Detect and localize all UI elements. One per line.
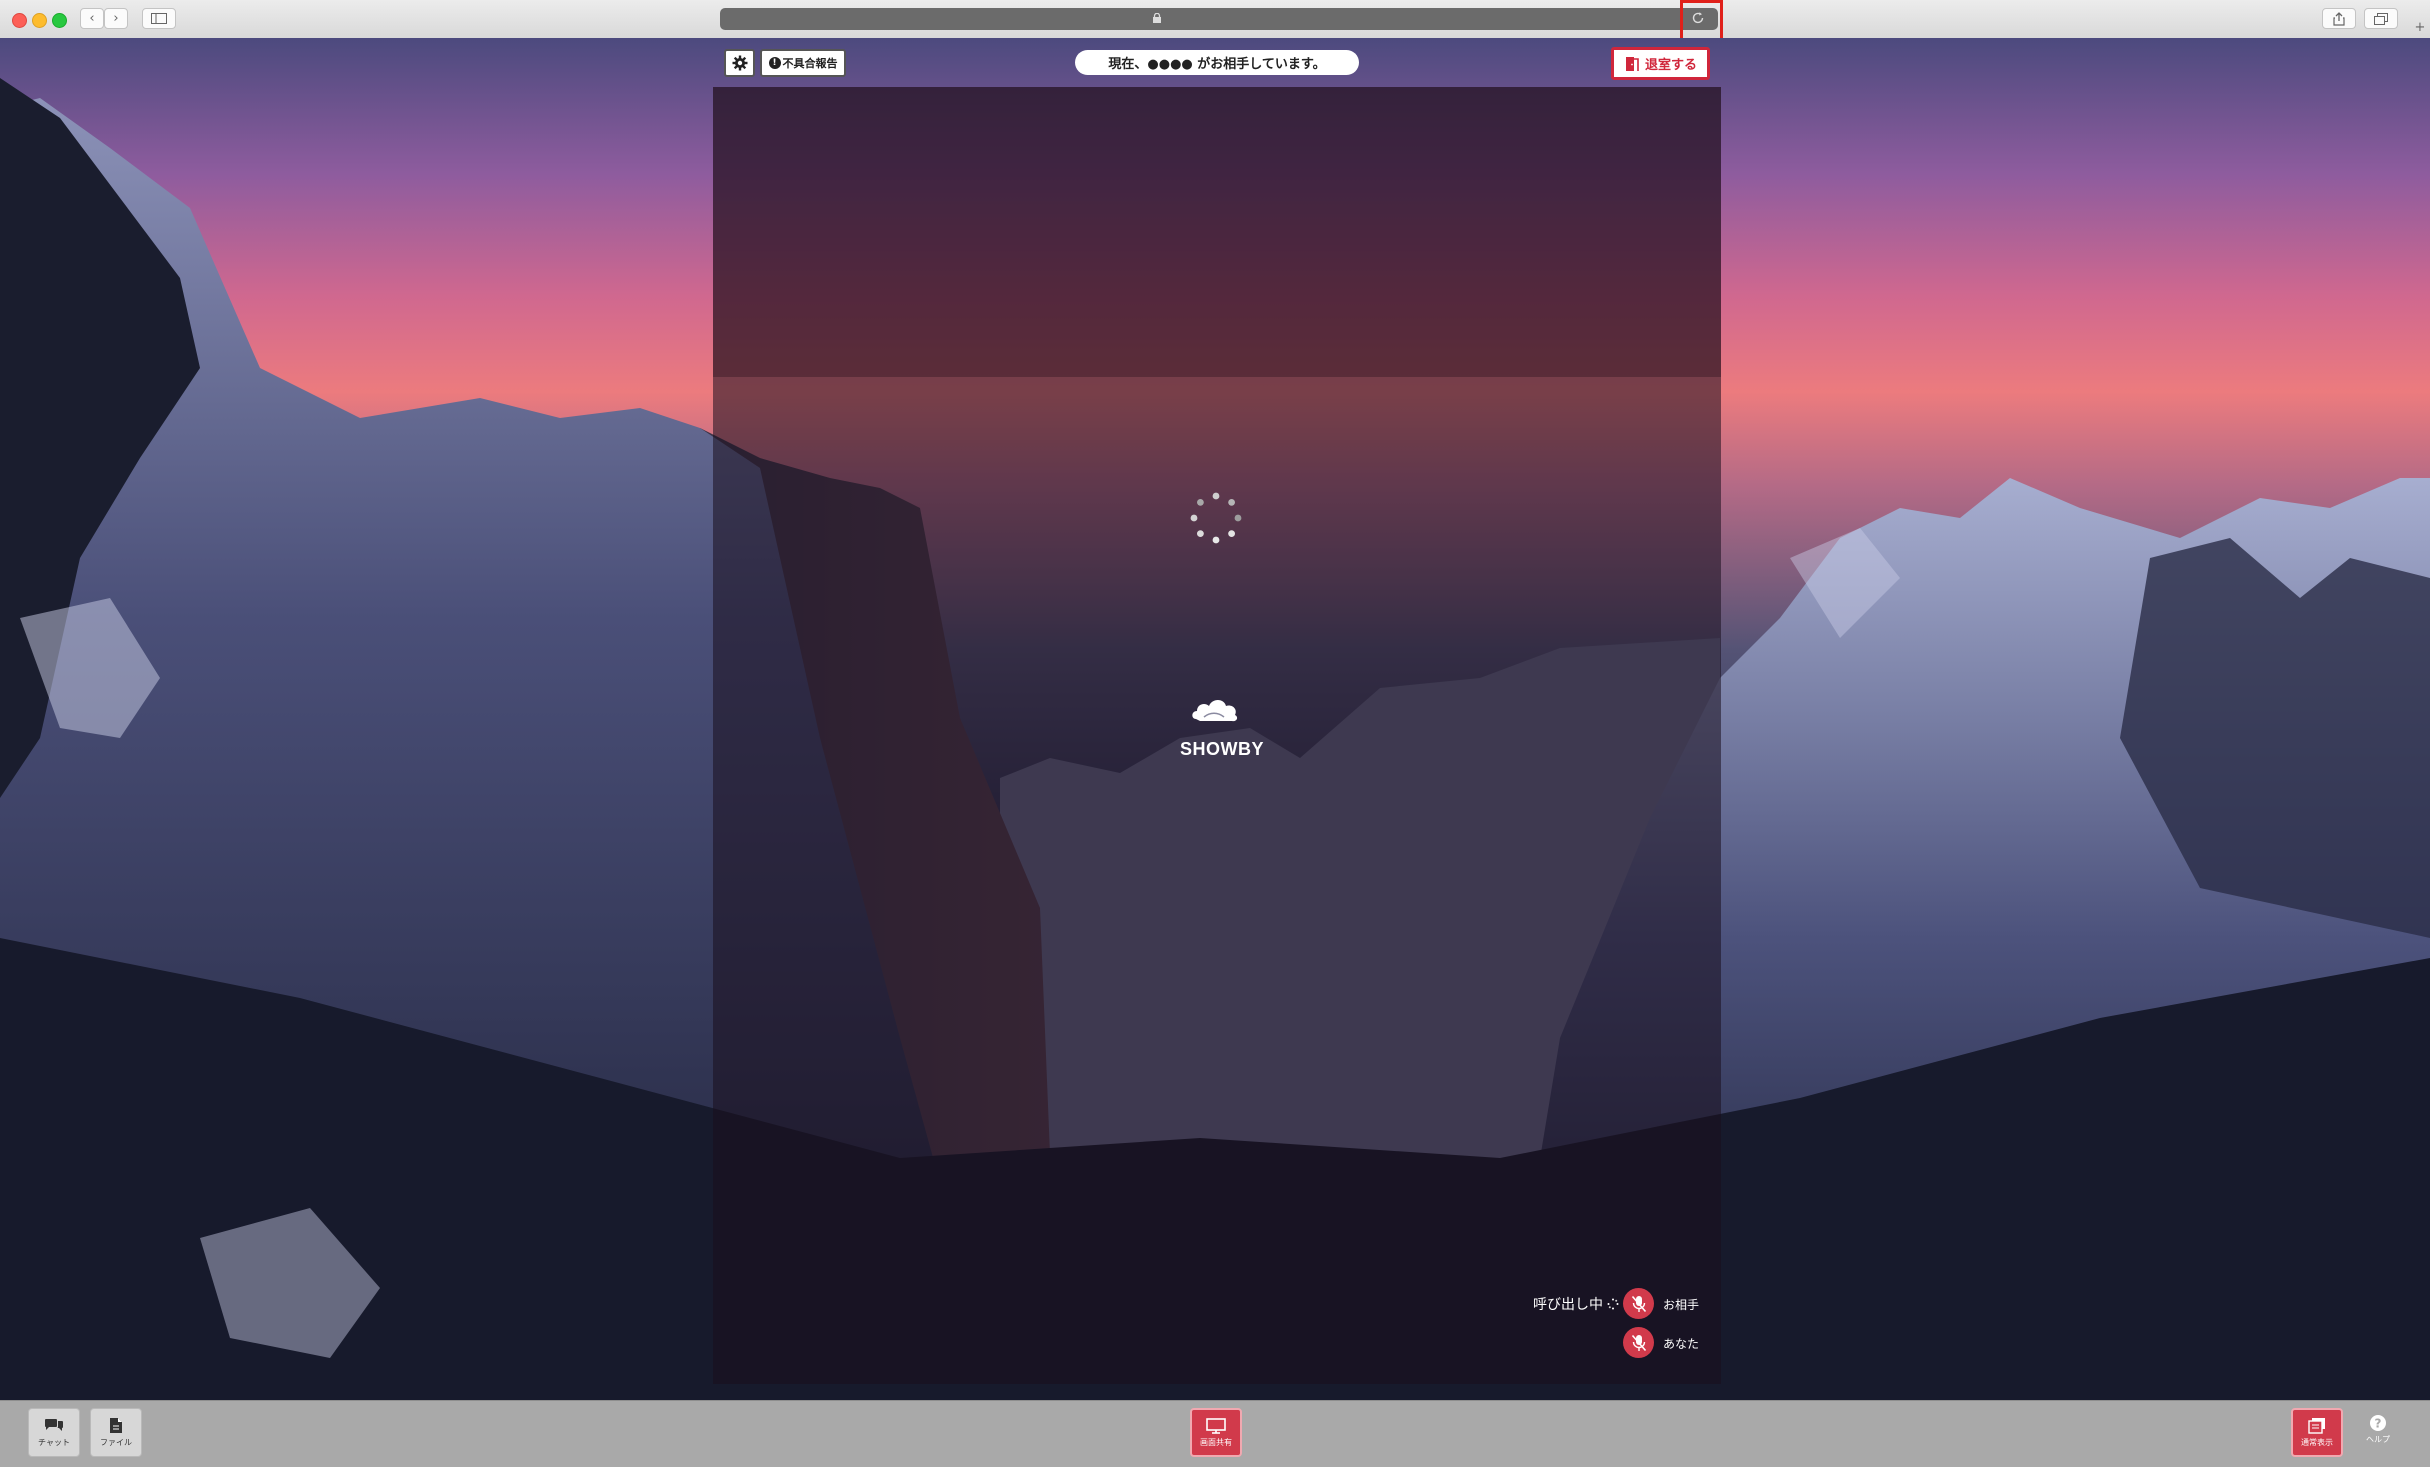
- address-bar[interactable]: [720, 8, 1718, 30]
- exclamation-icon: !: [768, 57, 781, 69]
- tabs-overview-button[interactable]: [2364, 8, 2398, 29]
- help-button[interactable]: ? ヘルプ: [2358, 1414, 2398, 1454]
- sidebar-toggle-button[interactable]: [142, 8, 176, 29]
- self-mic-muted-icon: [1623, 1327, 1654, 1358]
- chat-bubble-icon: [45, 1418, 63, 1431]
- small-spinner-icon: [1607, 1298, 1619, 1310]
- back-button[interactable]: ‹: [80, 8, 104, 29]
- screen-share-button[interactable]: 画面共有: [1190, 1408, 1242, 1457]
- window-zoom-button[interactable]: [52, 13, 67, 28]
- calling-status: 呼び出し中: [1533, 1294, 1619, 1314]
- calling-label: 呼び出し中: [1533, 1297, 1603, 1313]
- exit-room-button[interactable]: 退室する: [1611, 47, 1710, 80]
- gear-icon: [732, 55, 747, 71]
- file-button[interactable]: ファイル: [90, 1408, 142, 1457]
- status-message: 現在、●●●● がお相手しています。: [1075, 50, 1359, 75]
- exit-door-icon: [1625, 56, 1639, 71]
- chat-label: チャット: [38, 1437, 70, 1447]
- settings-button[interactable]: [724, 49, 755, 77]
- brand-name: SHOWBY: [1180, 739, 1264, 759]
- svg-text:?: ?: [2375, 1417, 2382, 1431]
- plus-icon: +: [2414, 19, 2426, 35]
- loading-spinner-icon: [1190, 492, 1242, 544]
- you-label: あなた: [1663, 1337, 1700, 1351]
- monitor-icon: [1206, 1417, 1226, 1434]
- exit-room-label: 退室する: [1644, 58, 1697, 73]
- chat-button[interactable]: チャット: [28, 1408, 80, 1457]
- share-button[interactable]: [2322, 8, 2356, 29]
- cloud-logo-icon: [1192, 700, 1238, 722]
- help-label: ヘルプ: [2366, 1435, 2390, 1444]
- sidebar-icon: [151, 13, 167, 24]
- lock-icon: [1153, 13, 1161, 23]
- screen-share-label: 画面共有: [1200, 1437, 1232, 1447]
- file-label: ファイル: [100, 1438, 132, 1447]
- new-tab-button[interactable]: +: [2410, 16, 2430, 38]
- partner-mic-muted-icon: [1623, 1288, 1654, 1319]
- question-circle-icon: ?: [2370, 1415, 2386, 1431]
- file-icon: [110, 1418, 122, 1433]
- normal-view-label: 通常表示: [2301, 1438, 2333, 1447]
- brand-logo: SHOWBY: [1180, 695, 1264, 760]
- panel-top-shade: [713, 87, 1721, 377]
- share-icon: [2333, 11, 2345, 26]
- normal-view-button[interactable]: 通常表示: [2291, 1408, 2343, 1457]
- browser-toolbar: ‹ › +: [0, 0, 2430, 39]
- bug-report-button[interactable]: ! 不具合報告: [760, 49, 846, 77]
- bug-report-label: 不具合報告: [782, 57, 838, 70]
- partner-label: お相手: [1663, 1298, 1700, 1312]
- window-close-button[interactable]: [12, 13, 27, 28]
- forward-button[interactable]: ›: [104, 8, 128, 29]
- tabs-icon: [2374, 12, 2388, 25]
- window-minimize-button[interactable]: [32, 13, 47, 28]
- layout-view-icon: [2308, 1418, 2325, 1434]
